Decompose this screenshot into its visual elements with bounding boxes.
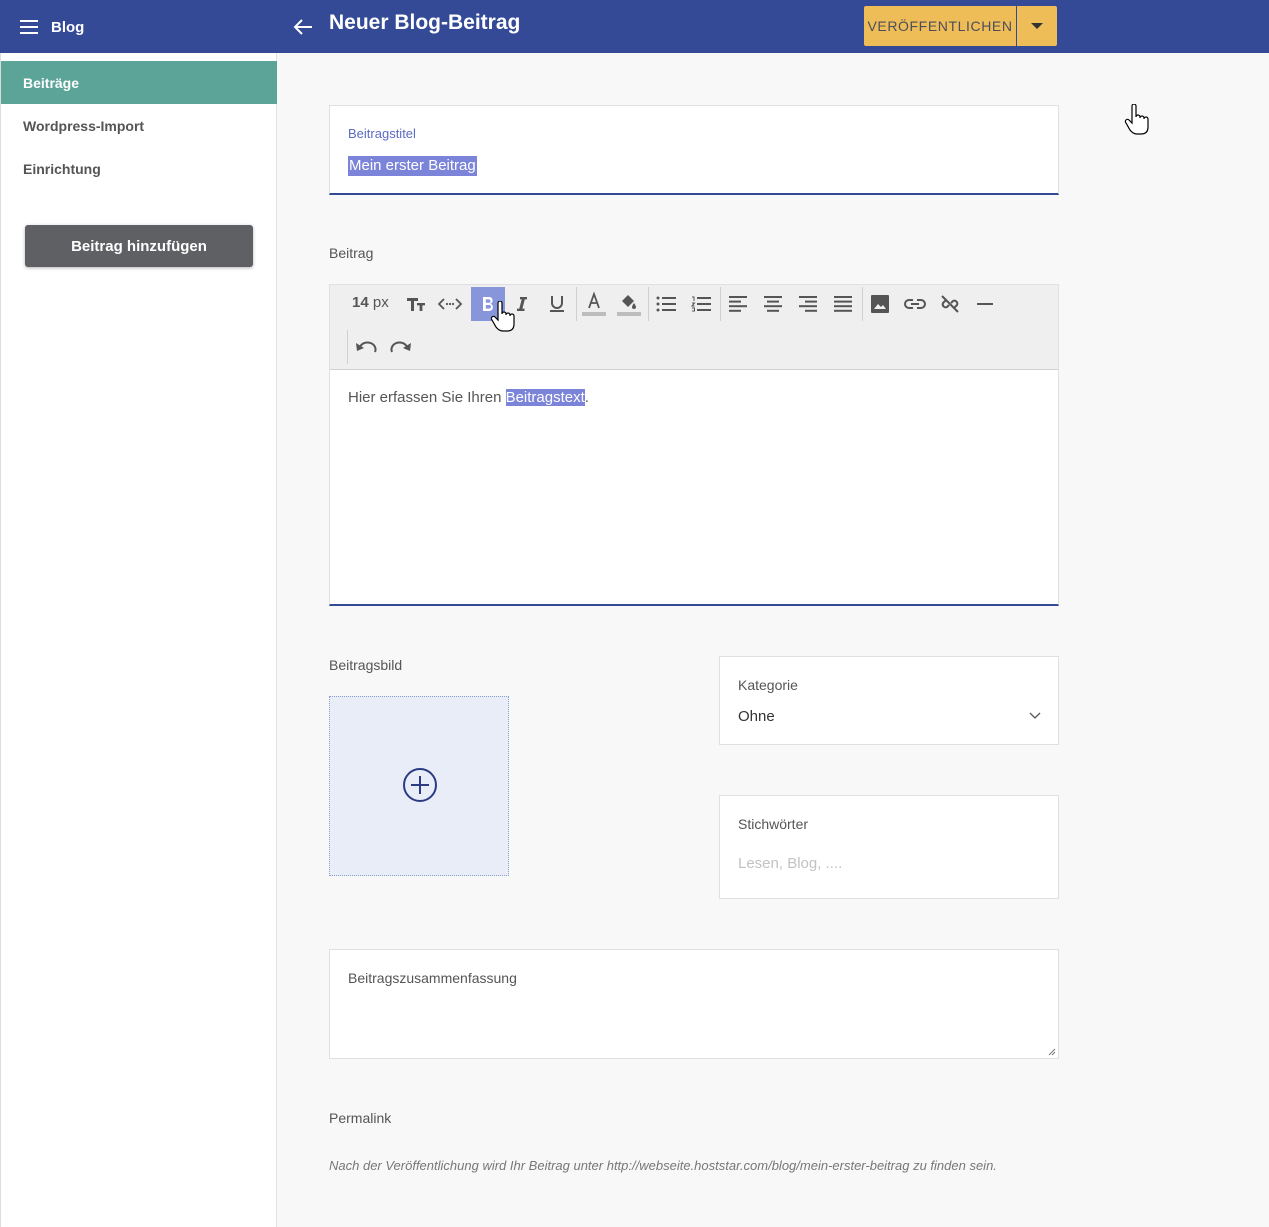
sidebar-item-wordpress-import[interactable]: Wordpress-Import xyxy=(1,104,277,147)
permalink-label: Permalink xyxy=(329,1110,392,1126)
category-label: Kategorie xyxy=(738,677,798,693)
undo-icon[interactable] xyxy=(349,330,383,364)
category-select[interactable]: Kategorie Ohne xyxy=(719,656,1059,745)
align-right-icon[interactable] xyxy=(791,287,825,321)
font-color-icon[interactable] xyxy=(577,287,611,321)
editor-content[interactable]: Hier erfassen Sie Ihren Beitragstext. xyxy=(348,389,589,406)
align-justify-icon[interactable] xyxy=(826,287,860,321)
rich-text-editor: 14 px Hier erfassen Sie Ihren Beitragste… xyxy=(329,284,1059,606)
hand-cursor-icon xyxy=(490,301,515,332)
toolbar-separator xyxy=(347,330,348,364)
app-title: Blog xyxy=(51,19,85,36)
font-size-value: 14 xyxy=(352,294,369,311)
body-label: Beitrag xyxy=(329,245,374,261)
align-left-icon[interactable] xyxy=(721,287,755,321)
featured-image-label: Beitragsbild xyxy=(329,657,403,673)
page-title: Neuer Blog-Beitrag xyxy=(329,11,521,34)
summary-label: Beitragszusammenfassung xyxy=(348,970,517,986)
post-title-label: Beitragstitel xyxy=(348,126,416,141)
tags-field[interactable]: Stichwörter Lesen, Blog, .... xyxy=(719,795,1059,899)
align-center-icon[interactable] xyxy=(756,287,790,321)
font-size-select[interactable]: 14 px xyxy=(352,294,389,311)
sidebar-item-posts[interactable]: Beiträge xyxy=(1,61,277,104)
chevron-down-icon xyxy=(1029,712,1041,719)
add-post-button[interactable]: Beitrag hinzufügen xyxy=(25,225,253,267)
top-bar: Blog Neuer Blog-Beitrag VERÖFFENTLICHEN xyxy=(0,0,1269,53)
hand-cursor-icon xyxy=(1124,104,1149,135)
editor-text: Hier erfassen Sie Ihren xyxy=(348,389,506,406)
publish-options-button[interactable] xyxy=(1017,6,1057,46)
featured-image-dropzone[interactable] xyxy=(329,696,509,876)
bullet-list-icon[interactable] xyxy=(649,287,683,321)
text-size-icon[interactable] xyxy=(399,287,433,321)
publish-button[interactable]: VERÖFFENTLICHEN xyxy=(864,6,1016,46)
code-view-icon[interactable] xyxy=(433,287,467,321)
summary-textarea[interactable]: Beitragszusammenfassung xyxy=(329,949,1059,1059)
underline-icon[interactable] xyxy=(540,287,574,321)
numbered-list-icon[interactable] xyxy=(684,287,718,321)
post-title-input[interactable]: Mein erster Beitrag xyxy=(348,156,477,176)
back-arrow-icon[interactable] xyxy=(292,17,314,37)
post-title-field[interactable]: Beitragstitel Mein erster Beitrag xyxy=(329,105,1059,195)
horizontal-rule-icon[interactable] xyxy=(968,287,1002,321)
sidebar-item-setup[interactable]: Einrichtung xyxy=(1,147,277,190)
resize-handle-icon[interactable] xyxy=(1048,1048,1056,1056)
highlight-color-icon[interactable] xyxy=(612,287,646,321)
editor-text-end: . xyxy=(584,389,589,406)
image-icon[interactable] xyxy=(863,287,897,321)
permalink-info: Nach der Veröffentlichung wird Ihr Beitr… xyxy=(329,1158,997,1173)
caret-down-icon xyxy=(1031,23,1043,29)
sidebar: Beiträge Wordpress-Import Einrichtung Be… xyxy=(0,53,277,1227)
editor-toolbar: 14 px xyxy=(330,285,1058,370)
tags-label: Stichwörter xyxy=(738,816,809,832)
category-value: Ohne xyxy=(738,708,775,725)
add-circle-icon xyxy=(403,768,437,802)
tags-input[interactable]: Lesen, Blog, .... xyxy=(738,855,842,872)
font-size-unit: px xyxy=(372,294,389,311)
editor-selection: Beitragstext xyxy=(505,389,585,406)
unlink-icon[interactable] xyxy=(933,287,967,321)
link-icon[interactable] xyxy=(898,287,932,321)
menu-icon[interactable] xyxy=(20,20,38,34)
redo-icon[interactable] xyxy=(384,330,418,364)
